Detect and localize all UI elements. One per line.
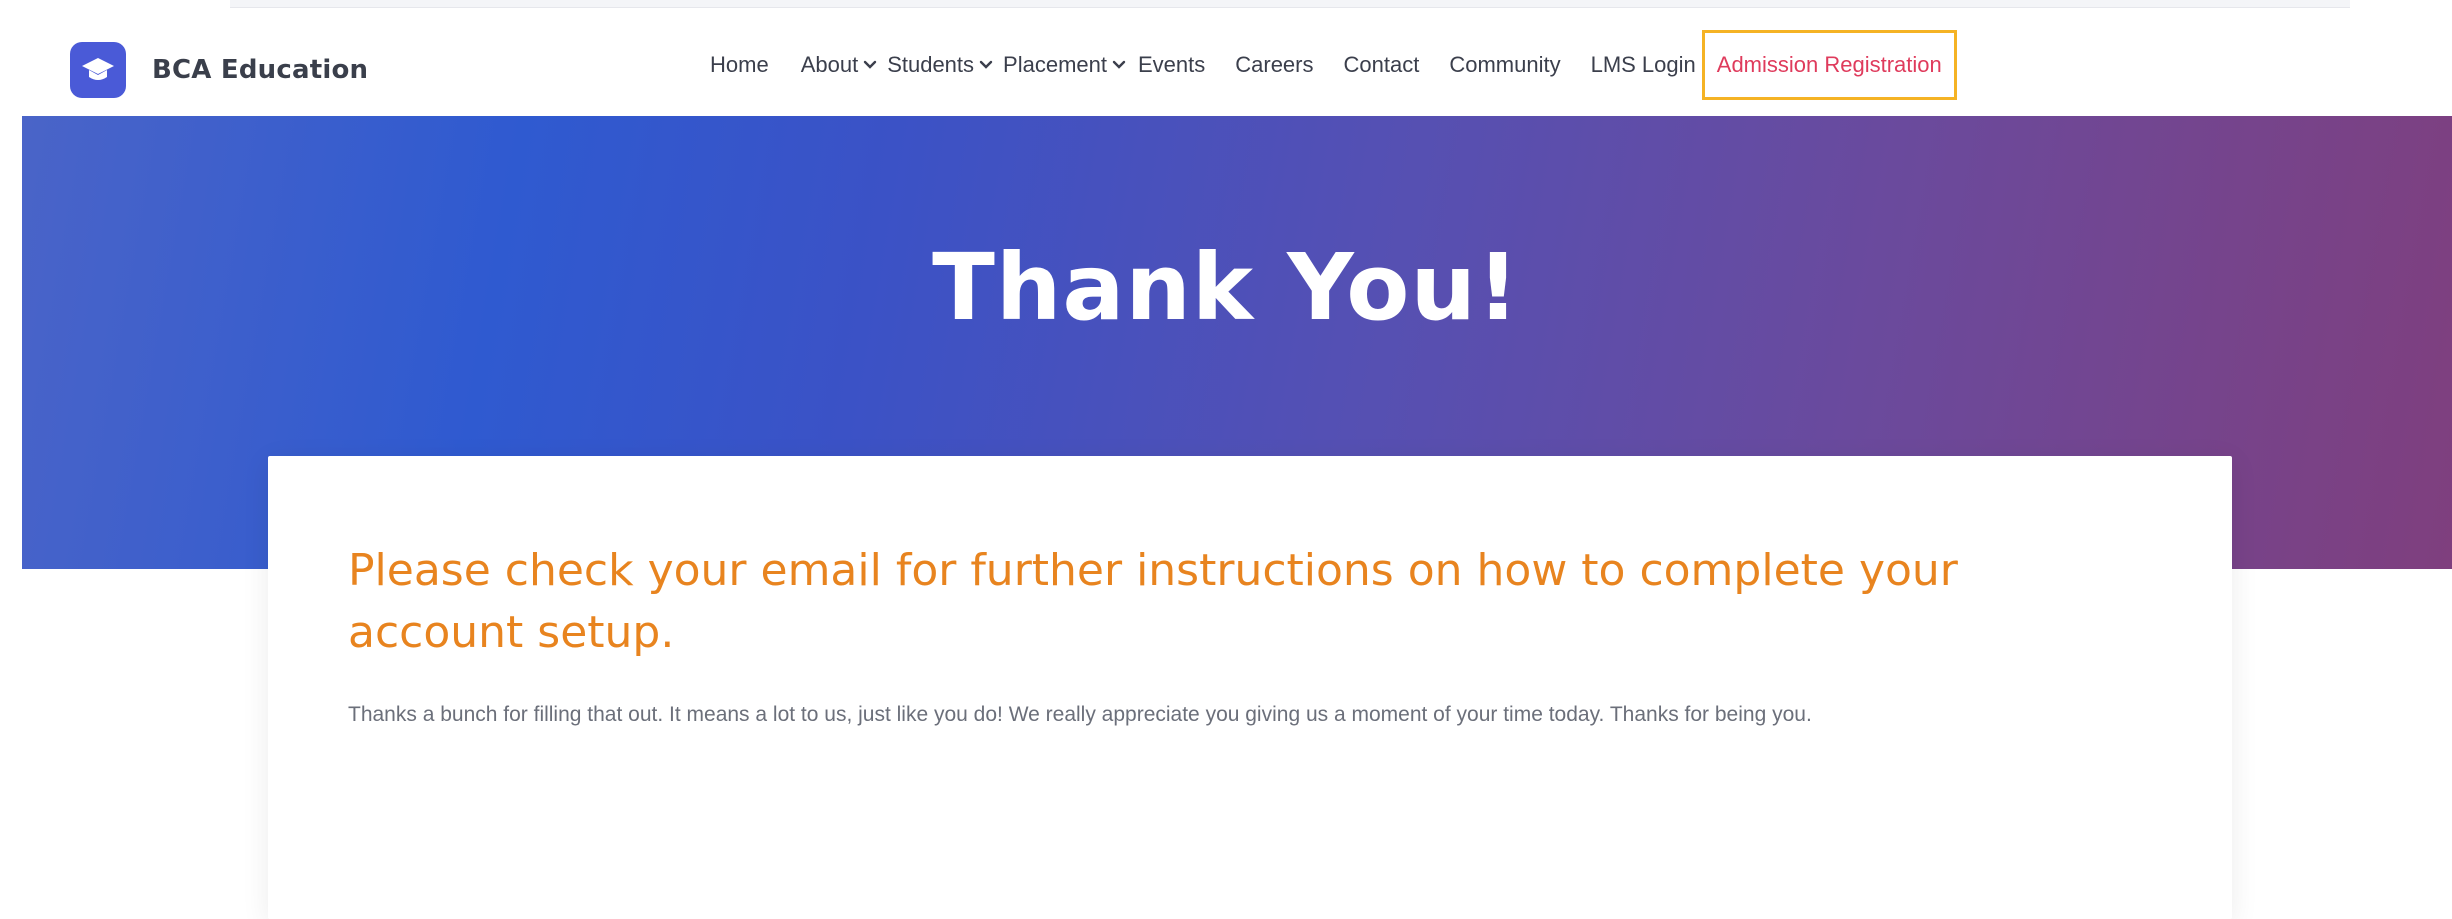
- nav-home[interactable]: Home: [700, 30, 779, 100]
- nav-contact[interactable]: Contact: [1334, 30, 1440, 100]
- nav-events[interactable]: Events: [1136, 30, 1225, 100]
- page-title: Thank You!: [932, 233, 1520, 341]
- confirmation-message: Thanks a bunch for filling that out. It …: [348, 703, 1812, 726]
- confirmation-heading: Please check your email for further inst…: [348, 545, 1958, 658]
- nav-label: Careers: [1235, 52, 1314, 77]
- nav-label: Community: [1449, 52, 1561, 77]
- nav-placement[interactable]: Placement: [1003, 30, 1136, 100]
- nav-label: About: [800, 52, 859, 77]
- nav-careers[interactable]: Careers: [1225, 30, 1333, 100]
- nav-about[interactable]: About: [779, 30, 888, 100]
- brand-name: BCA Education: [152, 55, 369, 85]
- brand[interactable]: BCA Education: [70, 42, 368, 98]
- chevron-down-icon: [979, 60, 993, 69]
- chevron-down-icon: [863, 60, 877, 69]
- navbar: BCA Education Home About Students Placem…: [0, 16, 2452, 116]
- top-strip: [230, 0, 2350, 8]
- nav-label: Contact: [1343, 52, 1420, 77]
- confirmation-card: Please check your email for further inst…: [268, 456, 2232, 919]
- nav-students[interactable]: Students: [887, 30, 1003, 100]
- nav-label: Placement: [1003, 52, 1107, 77]
- admission-registration-button[interactable]: Admission Registration: [1701, 30, 1957, 100]
- nav-community[interactable]: Community: [1439, 30, 1580, 100]
- nav-label: Home: [710, 52, 769, 77]
- nav-label: Events: [1137, 52, 1206, 77]
- nav-label: LMS Login: [1590, 52, 1696, 77]
- graduation-cap-icon: [70, 42, 126, 98]
- nav-lms-login[interactable]: LMS Login: [1581, 30, 1696, 100]
- nav-label: Admission Registration: [1716, 52, 1942, 77]
- nav-label: Students: [887, 52, 975, 77]
- chevron-down-icon: [1112, 60, 1126, 69]
- main-nav: Home About Students Placement Events Car…: [700, 30, 1957, 100]
